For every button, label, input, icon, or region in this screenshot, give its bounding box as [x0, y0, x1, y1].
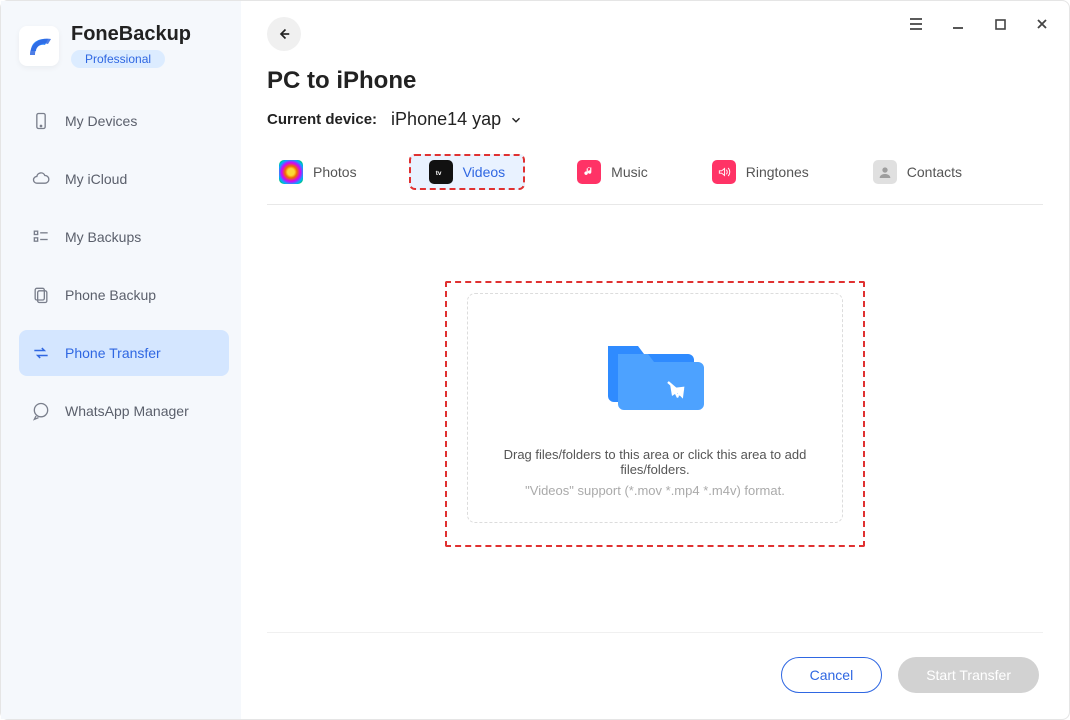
drop-zone[interactable]: Drag files/folders to this area or click…	[445, 281, 865, 547]
category-tab-music[interactable]: Music	[565, 154, 660, 190]
sidebar-item-phone-transfer[interactable]: Phone Transfer	[19, 330, 229, 376]
ringtones-icon	[712, 160, 736, 184]
category-label: Photos	[313, 164, 357, 180]
cancel-button[interactable]: Cancel	[781, 657, 883, 693]
close-icon	[1035, 17, 1049, 31]
sidebar-nav: My Devices My iCloud My Backups Phone Ba…	[19, 98, 229, 446]
maximize-icon	[994, 18, 1007, 31]
category-label: Videos	[463, 164, 506, 180]
sidebar-item-label: My Devices	[65, 113, 137, 129]
menu-button[interactable]	[907, 15, 925, 33]
drop-area-wrap: Drag files/folders to this area or click…	[267, 205, 1043, 633]
drop-message: Drag files/folders to this area or click…	[468, 447, 842, 477]
sidebar-item-my-backups[interactable]: My Backups	[19, 214, 229, 260]
sidebar: FoneBackup Professional My Devices My iC…	[1, 1, 241, 719]
close-button[interactable]	[1033, 15, 1051, 33]
arrow-left-icon	[275, 25, 293, 43]
sidebar-item-label: Phone Backup	[65, 287, 156, 303]
category-label: Music	[611, 164, 648, 180]
cloud-icon	[31, 169, 51, 189]
window-controls	[907, 15, 1051, 33]
start-transfer-button[interactable]: Start Transfer	[898, 657, 1039, 693]
maximize-button[interactable]	[991, 15, 1009, 33]
device-label: Current device:	[267, 111, 377, 128]
chat-icon	[31, 401, 51, 421]
device-name: iPhone14 yap	[391, 109, 501, 130]
fonebackup-logo-icon	[26, 33, 52, 59]
sidebar-item-phone-backup[interactable]: Phone Backup	[19, 272, 229, 318]
sidebar-item-whatsapp-manager[interactable]: WhatsApp Manager	[19, 388, 229, 434]
brand-text: FoneBackup Professional	[71, 23, 191, 68]
backup-icon	[31, 285, 51, 305]
contacts-icon	[873, 160, 897, 184]
transfer-icon	[31, 343, 51, 363]
device-select[interactable]: iPhone14 yap	[391, 109, 523, 130]
sidebar-item-label: My iCloud	[65, 171, 127, 187]
drop-hint: "Videos" support (*.mov *.mp4 *.m4v) for…	[525, 483, 785, 498]
brand-logo	[19, 26, 59, 66]
category-tab-videos[interactable]: tv Videos	[409, 154, 526, 190]
category-tabs: Photos tv Videos Music Ringtones	[267, 154, 1043, 205]
minimize-button[interactable]	[949, 15, 967, 33]
back-button[interactable]	[267, 17, 301, 51]
main-content: PC to iPhone Current device: iPhone14 ya…	[241, 1, 1069, 719]
chevron-down-icon	[509, 113, 523, 127]
app-window: FoneBackup Professional My Devices My iC…	[0, 0, 1070, 720]
menu-icon	[908, 16, 924, 32]
device-row: Current device: iPhone14 yap	[267, 109, 1043, 130]
phone-icon	[31, 111, 51, 131]
folder-icon	[600, 326, 710, 421]
sidebar-item-label: My Backups	[65, 229, 141, 245]
brand-title: FoneBackup	[71, 23, 191, 46]
music-icon	[577, 160, 601, 184]
svg-text:tv: tv	[435, 170, 441, 177]
photos-icon	[279, 160, 303, 184]
footer-buttons: Cancel Start Transfer	[267, 649, 1043, 699]
category-tab-ringtones[interactable]: Ringtones	[700, 154, 821, 190]
brand-badge: Professional	[71, 50, 165, 68]
category-label: Ringtones	[746, 164, 809, 180]
brand-block: FoneBackup Professional	[19, 23, 229, 68]
sidebar-item-my-icloud[interactable]: My iCloud	[19, 156, 229, 202]
page-title: PC to iPhone	[267, 67, 1043, 95]
category-tab-photos[interactable]: Photos	[267, 154, 369, 190]
list-icon	[31, 227, 51, 247]
category-tab-contacts[interactable]: Contacts	[861, 154, 974, 190]
sidebar-item-label: Phone Transfer	[65, 345, 161, 361]
category-label: Contacts	[907, 164, 962, 180]
minimize-icon	[951, 17, 965, 31]
videos-icon: tv	[429, 160, 453, 184]
sidebar-item-label: WhatsApp Manager	[65, 403, 189, 419]
sidebar-item-my-devices[interactable]: My Devices	[19, 98, 229, 144]
